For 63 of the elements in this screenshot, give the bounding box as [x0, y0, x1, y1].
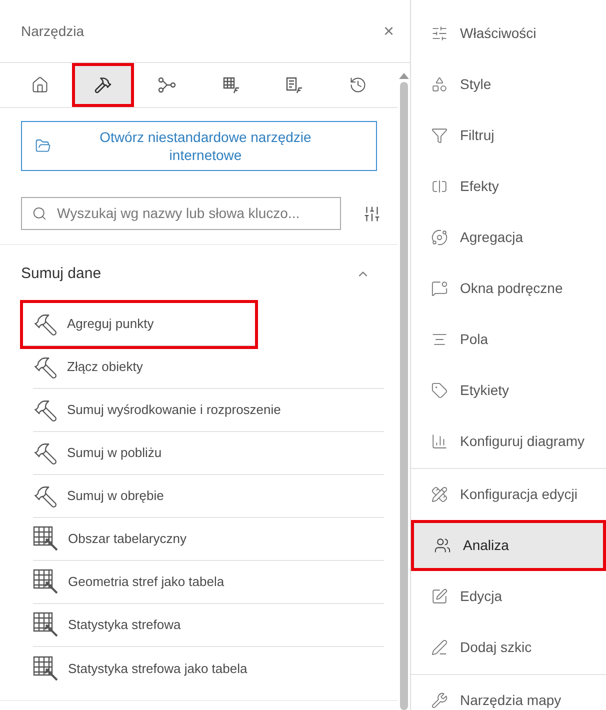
bar-chart-icon: [431, 433, 448, 450]
search-field[interactable]: Wyszukaj wg nazwy lub słowa kluczo...: [21, 197, 341, 230]
sidebar-item[interactable]: Style: [411, 59, 606, 110]
wrench-icon: [431, 692, 448, 709]
sidebar-item[interactable]: Konfiguruj diagramy: [411, 416, 606, 467]
hammer-icon: [94, 76, 112, 94]
section-title: Sumuj dane: [21, 264, 102, 284]
search-icon: [32, 206, 47, 221]
tool-list-item[interactable]: Złącz obiekty: [33, 346, 384, 389]
toolbar-tab[interactable]: [72, 63, 134, 107]
sidebar-item[interactable]: Filtruj: [411, 110, 606, 161]
table-function-icon: [222, 76, 240, 94]
pen-square-icon: [431, 588, 448, 605]
filter-settings-button[interactable]: [363, 204, 381, 222]
sidebar-item[interactable]: Etykiety: [411, 365, 606, 416]
sidebar-item[interactable]: Edycja: [411, 571, 606, 622]
table-tool-icon: [33, 656, 59, 682]
sliders-icon: [431, 25, 448, 42]
sidebar-item[interactable]: Analiza: [411, 520, 606, 571]
lines-icon: [431, 331, 448, 348]
tool-list-item[interactable]: Sumuj w obrębie: [33, 475, 384, 518]
panel-title: Narzędzia: [21, 22, 84, 41]
sidebar-item[interactable]: Dodaj szkic: [411, 622, 606, 673]
sidebar-item[interactable]: Agregacja: [411, 212, 606, 263]
funnel-icon: [431, 127, 448, 144]
folder-icon: [35, 138, 51, 154]
message-icon: [431, 280, 448, 297]
pencil-ruler-icon: [431, 486, 448, 503]
people-icon: [434, 537, 451, 554]
sidebar-item[interactable]: Właściwości: [411, 8, 606, 59]
orbit-icon: [431, 229, 448, 246]
search-input[interactable]: Wyszukaj wg nazwy lub słowa kluczo...: [57, 203, 330, 224]
tool-list-item[interactable]: Obszar tabelaryczny: [33, 518, 384, 561]
home-icon: [30, 76, 49, 94]
tag-icon: [431, 382, 448, 399]
tool-list-item[interactable]: Sumuj w pobliżu: [33, 432, 384, 475]
history-icon: [349, 76, 368, 94]
nodes-icon: [158, 76, 176, 94]
table-tool-icon: [33, 612, 59, 638]
open-custom-tool-button[interactable]: Otwórz niestandardowe narzędzie internetowe: [21, 121, 377, 171]
pen-icon: [431, 639, 448, 656]
tool-list-item[interactable]: Statystyka strefowa jako tabela: [33, 647, 384, 690]
tool-list-item[interactable]: Statystyka strefowa: [33, 604, 384, 647]
hammer-icon: [33, 354, 58, 380]
sliders-icon: [363, 204, 381, 222]
sidebar-item[interactable]: Okna podręczne: [411, 263, 606, 314]
tool-list-item[interactable]: Geometria stref jako tabela: [33, 561, 384, 604]
split-square-icon: [431, 178, 448, 195]
hammer-icon: [33, 440, 58, 466]
tool-list-item[interactable]: Sumuj wyśrodkowanie i rozproszenie: [33, 389, 384, 432]
sidebar-item[interactable]: Narzędzia mapy: [411, 675, 606, 710]
hammer-icon: [33, 398, 58, 422]
shapes-icon: [431, 76, 448, 93]
close-button[interactable]: ×: [383, 22, 394, 40]
sidebar-item[interactable]: Efekty: [411, 161, 606, 212]
table-tool-icon: [33, 526, 59, 552]
hammer-icon: [33, 484, 58, 508]
hammer-icon: [33, 312, 58, 336]
table-tool-icon: [33, 569, 59, 595]
tool-list-item[interactable]: Agreguj punkty: [23, 303, 255, 346]
sidebar-item[interactable]: Pola: [411, 314, 606, 365]
list-function-icon: [285, 76, 304, 94]
sidebar-item[interactable]: Konfiguracja edycji: [411, 469, 606, 520]
